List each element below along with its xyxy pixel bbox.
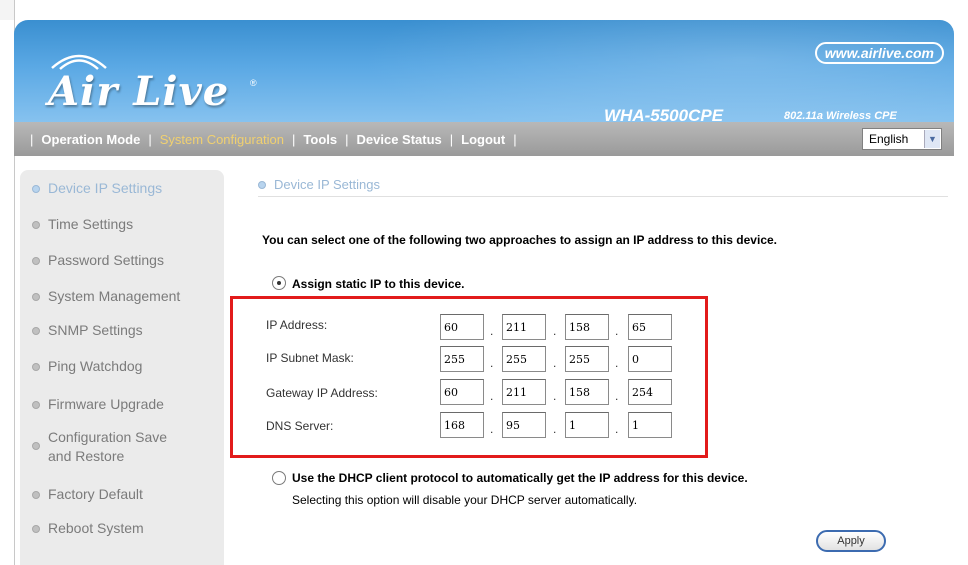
octet-separator: . xyxy=(553,356,557,370)
bullet-icon xyxy=(32,293,40,301)
octet-separator: . xyxy=(490,324,494,338)
octet-separator: . xyxy=(490,422,494,436)
top-navigation: | Operation Mode | System Configuration … xyxy=(14,122,954,156)
bullet-icon xyxy=(32,525,40,533)
sidebar-item-factory-default[interactable]: Factory Default xyxy=(32,485,143,504)
octet-separator: . xyxy=(490,389,494,403)
sidebar-item-label: Firmware Upgrade xyxy=(48,396,164,412)
static-ip-label: Assign static IP to this device. xyxy=(292,277,465,291)
model-name: WHA-5500CPE xyxy=(604,106,724,122)
octet-separator: . xyxy=(615,324,619,338)
octet-separator: . xyxy=(615,356,619,370)
radio-selected-dot xyxy=(277,281,281,285)
bullet-icon xyxy=(32,363,40,371)
dns-octet-1[interactable] xyxy=(440,412,484,438)
sidebar-item-reboot-system[interactable]: Reboot System xyxy=(32,519,144,538)
sidebar-item-password-settings[interactable]: Password Settings xyxy=(32,251,164,270)
ip-address-octet-2[interactable] xyxy=(502,314,546,340)
dns-octet-4[interactable] xyxy=(628,412,672,438)
gateway-label: Gateway IP Address: xyxy=(266,386,378,400)
static-ip-radio[interactable] xyxy=(272,276,286,290)
sidebar-item-label: SNMP Settings xyxy=(48,322,143,338)
page-title-text: Device IP Settings xyxy=(274,177,380,192)
sidebar-item-snmp-settings[interactable]: SNMP Settings xyxy=(32,321,143,340)
bullet-icon xyxy=(32,185,40,193)
sidebar: Device IP Settings Time Settings Passwor… xyxy=(20,170,224,565)
registered-mark: ® xyxy=(250,78,257,88)
subnet-mask-label: IP Subnet Mask: xyxy=(266,351,354,365)
octet-separator: . xyxy=(615,389,619,403)
gateway-octet-2[interactable] xyxy=(502,379,546,405)
ip-address-label: IP Address: xyxy=(266,318,328,332)
apply-button[interactable]: Apply xyxy=(816,530,886,552)
nav-separator: | xyxy=(148,131,152,147)
language-select[interactable]: English ▼ xyxy=(862,128,942,150)
sidebar-item-label: System Management xyxy=(48,288,181,304)
sidebar-item-label: Password Settings xyxy=(48,252,164,268)
octet-separator: . xyxy=(553,422,557,436)
page-title: Device IP Settings xyxy=(258,177,380,192)
sidebar-item-configuration-save-restore[interactable]: Configuration Save and Restore xyxy=(32,428,182,466)
gateway-octet-4[interactable] xyxy=(628,379,672,405)
sidebar-item-device-ip-settings[interactable]: Device IP Settings xyxy=(32,179,162,198)
octet-separator: . xyxy=(553,324,557,338)
bullet-icon xyxy=(32,257,40,265)
octet-separator: . xyxy=(490,356,494,370)
bullet-icon xyxy=(32,442,40,450)
airlive-logo: Air Live xyxy=(48,68,230,115)
dns-octet-2[interactable] xyxy=(502,412,546,438)
ip-address-octet-3[interactable] xyxy=(565,314,609,340)
dns-server-label: DNS Server: xyxy=(266,419,334,433)
nav-logout[interactable]: Logout xyxy=(461,132,505,147)
sidebar-item-label: Time Settings xyxy=(48,216,134,232)
ip-address-octet-1[interactable] xyxy=(440,314,484,340)
ip-address-octet-4[interactable] xyxy=(628,314,672,340)
website-link[interactable]: www.airlive.com xyxy=(814,42,944,64)
subnet-mask-octet-1[interactable] xyxy=(440,346,484,372)
nav-separator: | xyxy=(449,131,454,147)
sidebar-item-ping-watchdog[interactable]: Ping Watchdog xyxy=(32,357,142,376)
sidebar-item-label: Configuration Save and Restore xyxy=(48,429,168,464)
sidebar-item-firmware-upgrade[interactable]: Firmware Upgrade xyxy=(32,395,164,414)
model-description: 802.11a Wireless CPE xyxy=(784,110,897,122)
nav-separator: | xyxy=(513,131,517,147)
dns-octet-3[interactable] xyxy=(565,412,609,438)
dhcp-note: Selecting this option will disable your … xyxy=(292,493,638,507)
wifi-arcs-icon xyxy=(51,54,107,70)
nav-device-status[interactable]: Device Status xyxy=(357,132,442,147)
bullet-icon xyxy=(32,221,40,229)
sidebar-item-label: Factory Default xyxy=(48,486,143,502)
octet-separator: . xyxy=(553,389,557,403)
sidebar-item-label: Ping Watchdog xyxy=(48,358,143,374)
bullet-icon xyxy=(32,327,40,335)
sidebar-item-time-settings[interactable]: Time Settings xyxy=(32,215,133,234)
bullet-icon xyxy=(32,401,40,409)
dhcp-label: Use the DHCP client protocol to automati… xyxy=(292,471,748,485)
octet-separator: . xyxy=(615,422,619,436)
subnet-mask-octet-3[interactable] xyxy=(565,346,609,372)
bullet-icon xyxy=(32,491,40,499)
chevron-down-icon[interactable]: ▼ xyxy=(924,130,940,148)
language-value: English xyxy=(869,132,909,146)
nav-separator: | xyxy=(292,131,296,147)
nav-separator: | xyxy=(30,131,34,147)
subnet-mask-octet-4[interactable] xyxy=(628,346,672,372)
dhcp-radio[interactable] xyxy=(272,471,286,485)
title-divider xyxy=(258,196,948,197)
nav-tools[interactable]: Tools xyxy=(303,132,337,147)
sidebar-item-label: Reboot System xyxy=(48,520,144,536)
intro-text: You can select one of the following two … xyxy=(262,233,777,247)
subnet-mask-octet-2[interactable] xyxy=(502,346,546,372)
header-banner: Air Live ® www.airlive.com WHA-5500CPE 8… xyxy=(14,20,954,122)
bullet-icon xyxy=(258,180,266,189)
sidebar-item-system-management[interactable]: System Management xyxy=(32,287,180,306)
nav-separator: | xyxy=(345,131,349,147)
gateway-octet-3[interactable] xyxy=(565,379,609,405)
nav-system-configuration[interactable]: System Configuration xyxy=(160,132,284,147)
nav-operation-mode[interactable]: Operation Mode xyxy=(41,132,140,147)
gateway-octet-1[interactable] xyxy=(440,379,484,405)
sidebar-item-label: Device IP Settings xyxy=(48,180,163,196)
